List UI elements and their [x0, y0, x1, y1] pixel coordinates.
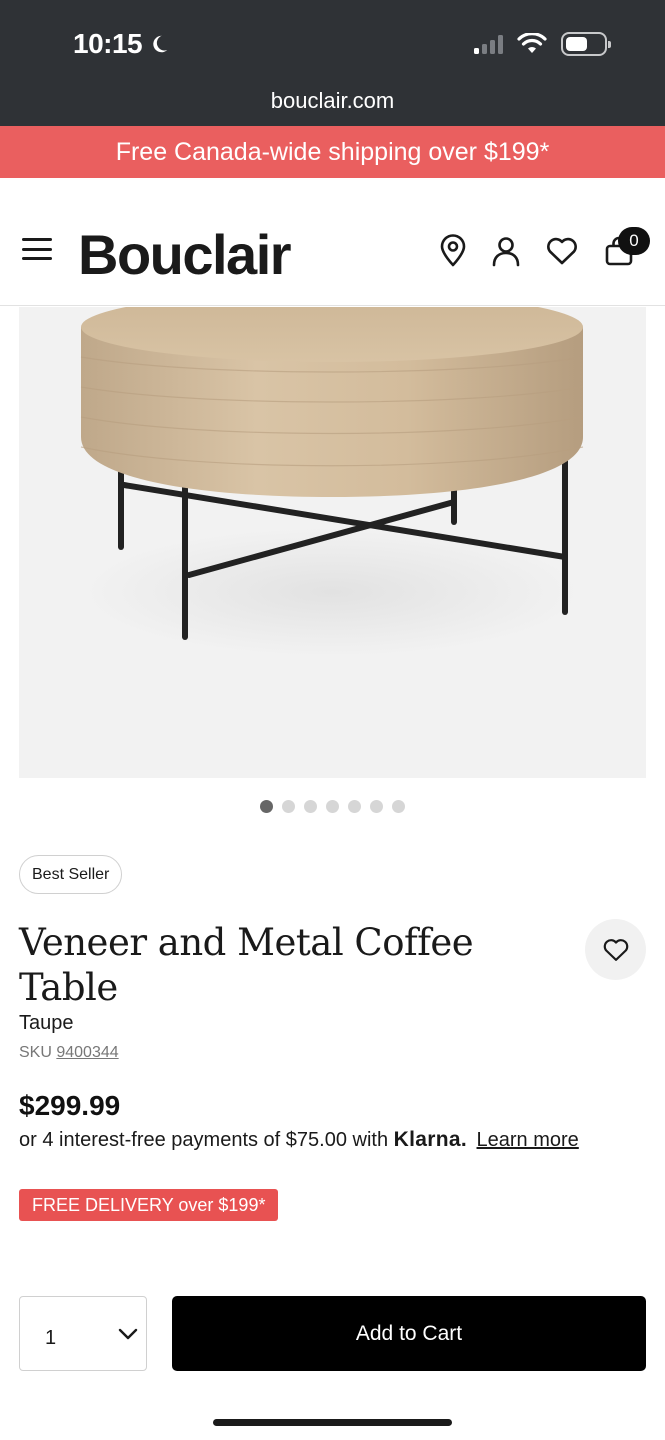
carousel-dot[interactable] [304, 800, 317, 813]
carousel-dot[interactable] [392, 800, 405, 813]
time-text: 10:15 [73, 28, 143, 59]
product-sku: SKU 9400344 [19, 1044, 119, 1062]
carousel-indicators [0, 800, 665, 813]
sku-label: SKU [19, 1044, 52, 1061]
coffee-table-illustration [80, 307, 584, 657]
location-pin-icon[interactable] [436, 234, 470, 268]
site-header: Bouclair 0 [0, 178, 665, 306]
wishlist-heart-icon[interactable] [545, 234, 579, 268]
address-bar-url[interactable]: bouclair.com [0, 88, 665, 114]
add-to-wishlist-button[interactable] [585, 919, 646, 980]
carousel-dot[interactable] [282, 800, 295, 813]
carousel-dot[interactable] [326, 800, 339, 813]
status-time: 10:15 [73, 28, 170, 60]
learn-more-link[interactable]: Learn more [477, 1129, 579, 1151]
klarna-logo: Klarna. [393, 1128, 467, 1151]
quantity-value: 1 [45, 1327, 57, 1349]
carousel-dot[interactable] [348, 800, 361, 813]
chevron-down-icon [118, 1328, 138, 1340]
promo-banner[interactable]: Free Canada-wide shipping over $199* [0, 126, 665, 178]
hamburger-menu-icon[interactable] [22, 238, 52, 260]
free-delivery-badge: FREE DELIVERY over $199* [19, 1189, 279, 1221]
product-color: Taupe [19, 1012, 74, 1034]
account-icon[interactable] [489, 234, 523, 268]
sku-value: 9400344 [56, 1044, 119, 1061]
moon-icon [153, 35, 168, 53]
home-indicator[interactable] [213, 1419, 452, 1426]
status-icons [474, 32, 611, 56]
add-to-cart-button[interactable]: Add to Cart [172, 1296, 646, 1371]
site-logo[interactable]: Bouclair [78, 222, 292, 287]
klarna-installments: or 4 interest-free payments of $75.00 wi… [19, 1128, 579, 1152]
carousel-dot[interactable] [370, 800, 383, 813]
wifi-icon [517, 33, 547, 53]
carousel-dot[interactable] [260, 800, 273, 813]
heart-icon [603, 938, 628, 961]
cellular-signal-icon [474, 34, 503, 54]
browser-chrome: 10:15 bouclair.com [0, 0, 665, 126]
product-price: $299.99 [19, 1090, 121, 1121]
quantity-select[interactable]: 1 [19, 1296, 147, 1371]
cart-count-badge[interactable]: 0 [618, 227, 650, 255]
product-title: Veneer and Metal Coffee Table [19, 921, 474, 1009]
battery-icon [561, 32, 611, 56]
best-seller-badge: Best Seller [19, 855, 123, 894]
installments-text: or 4 interest-free payments of $75.00 wi… [19, 1129, 389, 1151]
product-image[interactable] [19, 307, 646, 778]
